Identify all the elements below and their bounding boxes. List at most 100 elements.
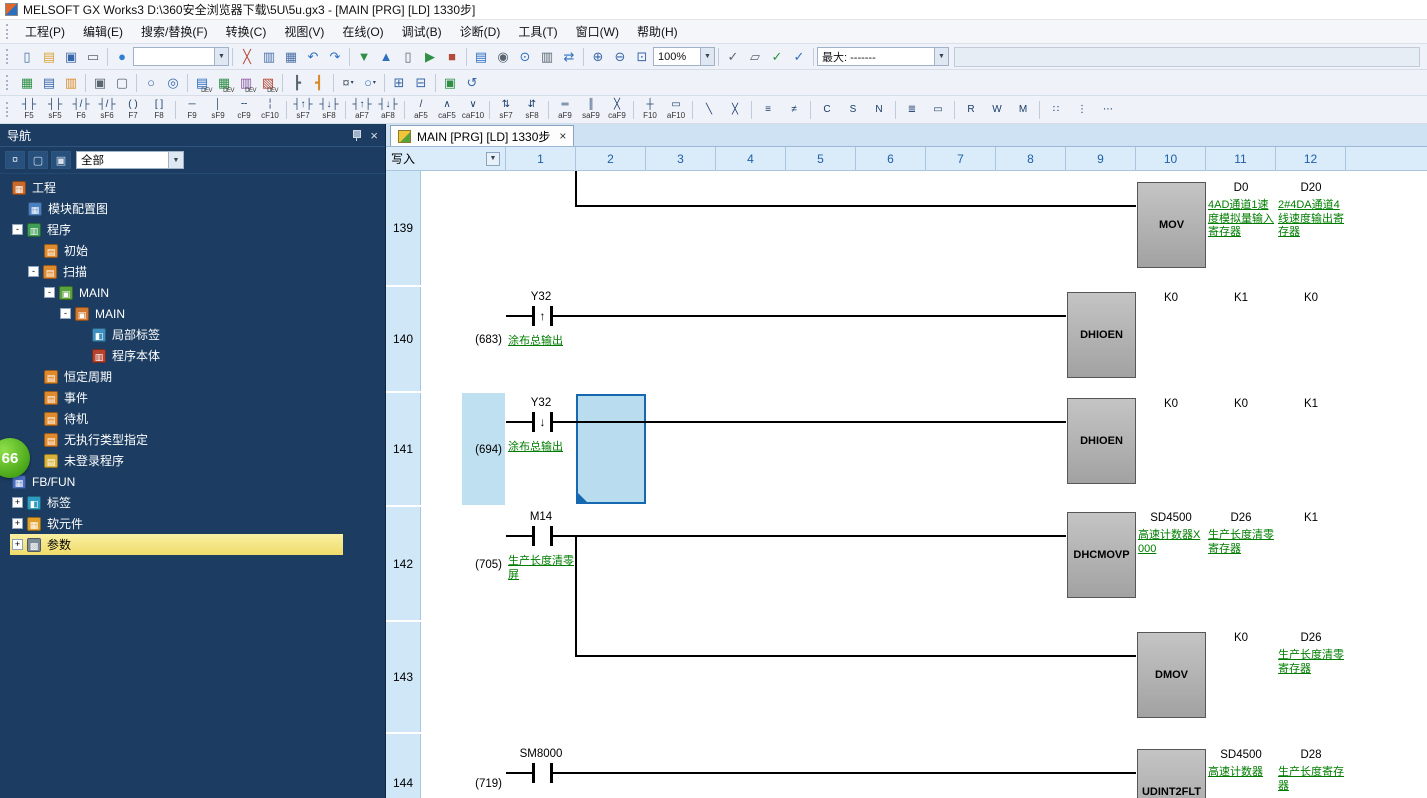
contact-device-Y32[interactable]: Y32	[506, 397, 576, 411]
tree-expander-icon[interactable]: +	[12, 518, 23, 529]
tree-expander-icon[interactable]: -	[12, 224, 23, 235]
chevron-down-icon[interactable]: ▾	[373, 79, 376, 86]
application-instruction-button[interactable]: [ ]F8	[146, 97, 172, 123]
read-mode-icon[interactable]: R	[958, 97, 984, 123]
falling-pulse-close-button[interactable]: ⇵sF8	[519, 97, 545, 123]
operand-K0[interactable]: K0	[1276, 292, 1346, 306]
nav-item-fixed-cycle[interactable]: ▤恒定周期	[0, 366, 385, 387]
read-from-plc-icon[interactable]: ▲	[375, 46, 397, 68]
falling-pulse-branch-button[interactable]: ┤↓├aF8	[375, 97, 401, 123]
device-memory-icon[interactable]: ▦DEV	[213, 72, 235, 94]
row-number-cell[interactable]: 141	[386, 393, 421, 505]
nav-item-program-body[interactable]: ▥程序本体	[0, 345, 385, 366]
program-list-icon[interactable]: ▤	[38, 72, 60, 94]
wire-draw-icon[interactable]: ╲	[696, 97, 722, 123]
nav-item-main[interactable]: -▣MAIN	[0, 282, 385, 303]
nav-item-program[interactable]: -▥程序	[0, 219, 385, 240]
menu-item-help[interactable]: 帮助(H)	[628, 19, 687, 44]
gear-menu-icon[interactable]: ¤▾	[337, 72, 359, 94]
window-tile-icon[interactable]: ▣	[89, 72, 111, 94]
vertical-line-button[interactable]: │sF9	[205, 97, 231, 123]
device-usage-list-icon[interactable]: ⊟	[410, 72, 432, 94]
rising-pulse-branch-button[interactable]: ┤↑├aF7	[349, 97, 375, 123]
redo-icon[interactable]: ↷	[324, 46, 346, 68]
pin-icon[interactable]	[351, 129, 362, 141]
instruction-box-DHIOEN[interactable]: DHIOEN	[1067, 292, 1136, 378]
nav-item-label[interactable]: +◧标签	[0, 492, 385, 513]
zoom-fit-icon[interactable]: ⊡	[631, 46, 653, 68]
tree-collapse-icon[interactable]: ▢	[28, 151, 48, 169]
monitor-start-icon[interactable]: ▶	[419, 46, 441, 68]
display-note-icon[interactable]: ⋯	[1095, 97, 1121, 123]
menu-item-view[interactable]: 视图(V)	[275, 19, 333, 44]
program-ladder-icon[interactable]: ▦	[16, 72, 38, 94]
display-statement-icon[interactable]: ⋮	[1069, 97, 1095, 123]
operand-D28[interactable]: D28	[1276, 749, 1346, 763]
undo-icon[interactable]: ↶	[302, 46, 324, 68]
horizontal-line-button[interactable]: ─F9	[179, 97, 205, 123]
chevron-down-icon[interactable]: ▼	[486, 152, 500, 166]
instruction-box-UDINT2FLT[interactable]: UDINT2FLT	[1137, 749, 1206, 798]
write-mode-cell[interactable]: 写入 ▼	[386, 147, 506, 170]
chevron-down-icon[interactable]: ▼	[168, 152, 183, 168]
statement-edit-icon[interactable]: S	[840, 97, 866, 123]
operand-D20[interactable]: D20	[1276, 182, 1346, 196]
option-wrench-icon[interactable]: ┣	[286, 72, 308, 94]
operand-K0[interactable]: K0	[1206, 632, 1276, 646]
vertical-line-2-button[interactable]: ║saF9	[578, 97, 604, 123]
menu-item-project[interactable]: 工程(P)	[16, 19, 74, 44]
contact-device-Y32[interactable]: Y32	[506, 291, 576, 305]
operand-D26[interactable]: D26	[1276, 632, 1346, 646]
restart-monitor-icon[interactable]: ▣	[439, 72, 461, 94]
tree-expander-icon[interactable]: -	[60, 308, 71, 319]
row-number-cell[interactable]: 144	[386, 734, 421, 798]
zoom-out-icon[interactable]: ⊖	[609, 46, 631, 68]
chevron-down-icon[interactable]: ▼	[700, 48, 714, 65]
tree-expander-icon[interactable]: -	[44, 287, 55, 298]
operand-D0[interactable]: D0	[1206, 182, 1276, 196]
help-icon[interactable]: ●	[111, 46, 133, 68]
instruction-box-DHIOEN[interactable]: DHIOEN	[1067, 398, 1136, 484]
operand-K0[interactable]: K0	[1206, 398, 1276, 412]
row-number-cell[interactable]: 139	[386, 171, 421, 285]
nav-item-module-config[interactable]: ▦模块配置图	[0, 198, 385, 219]
delete-rung-icon[interactable]: ≠	[781, 97, 807, 123]
box-wire-button[interactable]: ▭aF10	[663, 97, 689, 123]
operand-D26[interactable]: D26	[1206, 512, 1276, 526]
cross-reference-icon[interactable]: ⇄	[558, 46, 580, 68]
pulse-conversion-closed-button[interactable]: ∨caF10	[460, 97, 486, 123]
online-change-icon[interactable]: ✓	[766, 46, 788, 68]
nav-item-event[interactable]: ▤事件	[0, 387, 385, 408]
tab-main-prg[interactable]: MAIN [PRG] [LD] 1330步 ×	[390, 125, 574, 146]
nav-settings-icon[interactable]: ¤	[5, 151, 25, 169]
rising-pulse-close-button[interactable]: ⇅sF7	[493, 97, 519, 123]
tab-close-icon[interactable]: ×	[559, 129, 566, 143]
save-icon[interactable]: ▣	[60, 46, 82, 68]
device-storage-icon[interactable]: ▥DEV	[235, 72, 257, 94]
inline-st-icon[interactable]: ▭	[925, 97, 951, 123]
nav-item-parameter[interactable]: +▩参数	[10, 534, 343, 555]
open-contact-branch-button[interactable]: ┤├sF5	[42, 97, 68, 123]
operand-K0[interactable]: K0	[1136, 398, 1206, 412]
label-editor-icon[interactable]: ▥	[60, 72, 82, 94]
row-number-cell[interactable]: 140	[386, 287, 421, 391]
delete-horizontal-line-button[interactable]: ╌cF9	[231, 97, 257, 123]
ladder-monitor-icon[interactable]: ▤	[470, 46, 492, 68]
zoom-in-icon[interactable]: ⊕	[587, 46, 609, 68]
cross-reference-list-icon[interactable]: ⊞	[388, 72, 410, 94]
nav-item-local-label[interactable]: ◧局部标签	[0, 324, 385, 345]
monitor-mode-icon[interactable]: M	[1010, 97, 1036, 123]
closed-contact-button[interactable]: ┤/├F6	[68, 97, 94, 123]
zoom-select[interactable]: 100%▼	[653, 47, 715, 66]
chevron-down-icon[interactable]: ▼	[934, 48, 948, 65]
device-comment-edit-icon[interactable]: C	[814, 97, 840, 123]
nav-item-scan[interactable]: -▤扫描	[0, 261, 385, 282]
ladder-block-list-icon[interactable]: ≣	[899, 97, 925, 123]
row-number-cell[interactable]: 143	[386, 622, 421, 732]
contact-device-SM8000[interactable]: SM8000	[506, 748, 576, 762]
ladder-area[interactable]: MOVD04AD通道1速度模拟量输入寄存器D202#4DA通道4线速度输出寄存器…	[386, 171, 1427, 798]
tree-expander-icon[interactable]: -	[28, 266, 39, 277]
window-cascade-icon[interactable]: ▢	[111, 72, 133, 94]
paste-icon[interactable]: ▦	[280, 46, 302, 68]
tree-expander-icon[interactable]: +	[12, 539, 23, 550]
